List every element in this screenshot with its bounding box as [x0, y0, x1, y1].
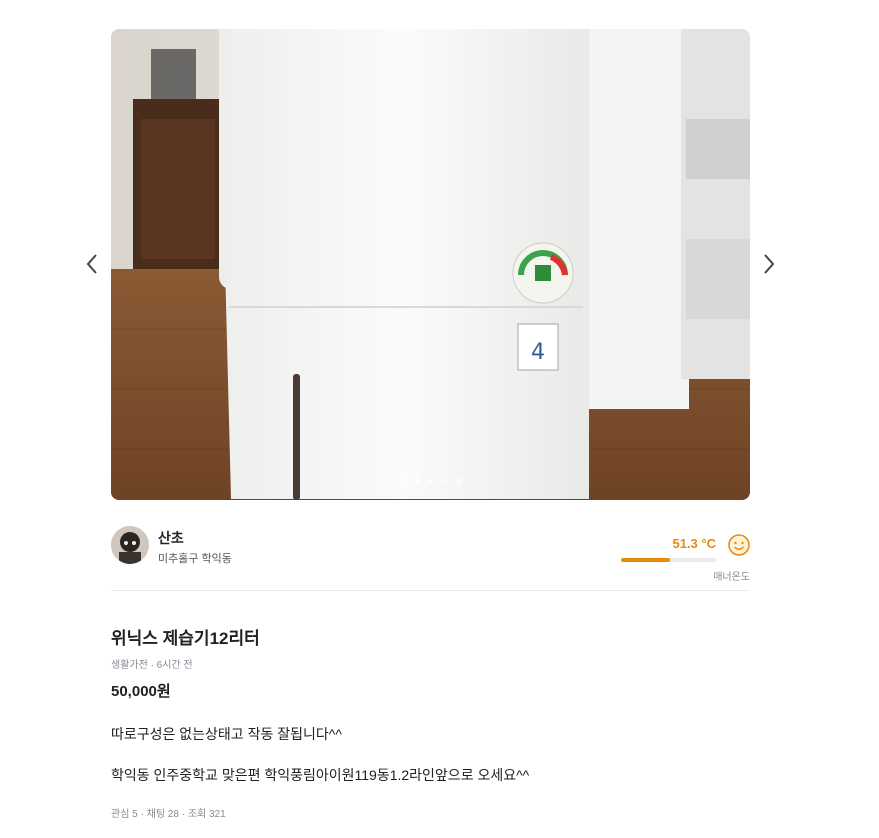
seller-profile[interactable]: 산초 미추홀구 학익동 51.3 °C 매너온도 — [111, 522, 750, 591]
carousel-next-button[interactable] — [759, 252, 779, 278]
product-image-carousel[interactable]: 4 — [111, 29, 750, 500]
manner-temperature-value: 51.3 °C — [672, 536, 716, 551]
seller-avatar[interactable] — [111, 526, 149, 564]
manner-temperature-bar — [621, 558, 716, 562]
smile-face-icon — [728, 534, 750, 556]
chevron-left-icon — [86, 254, 97, 274]
article-price: 50,000원 — [111, 683, 171, 700]
seller-nickname[interactable]: 산초 — [158, 528, 184, 548]
article-title: 위닉스 제습기12리터 — [111, 629, 260, 648]
manner-temperature-fill — [621, 558, 670, 562]
product-photo: 4 — [111, 29, 750, 500]
carousel-indicator — [111, 478, 750, 484]
carousel-dot[interactable] — [427, 478, 434, 484]
carousel-dot[interactable] — [399, 478, 406, 484]
carousel-prev-button[interactable] — [82, 252, 102, 278]
article-counts: 관심 5 · 채팅 28 · 조회 321 — [111, 809, 226, 820]
carousel-dot[interactable] — [413, 478, 420, 484]
article-description-line: 학익동 인주중학교 맞은편 학익풍림아이원119동1.2라인앞으로 오세요^^ — [111, 767, 530, 783]
seller-region: 미추홀구 학익동 — [158, 553, 232, 565]
svg-text:4: 4 — [531, 340, 545, 365]
carousel-dot[interactable] — [455, 478, 462, 484]
chevron-right-icon — [764, 254, 775, 274]
carousel-dot[interactable] — [441, 478, 448, 484]
article-description-line: 따로구성은 없는상태고 작동 잘됩니다^^ — [111, 726, 342, 742]
manner-temperature-caption: 매너온도 — [713, 572, 750, 583]
avatar-image — [111, 526, 149, 564]
article-category-time: 생활가전 · 6시간 전 — [111, 660, 193, 671]
